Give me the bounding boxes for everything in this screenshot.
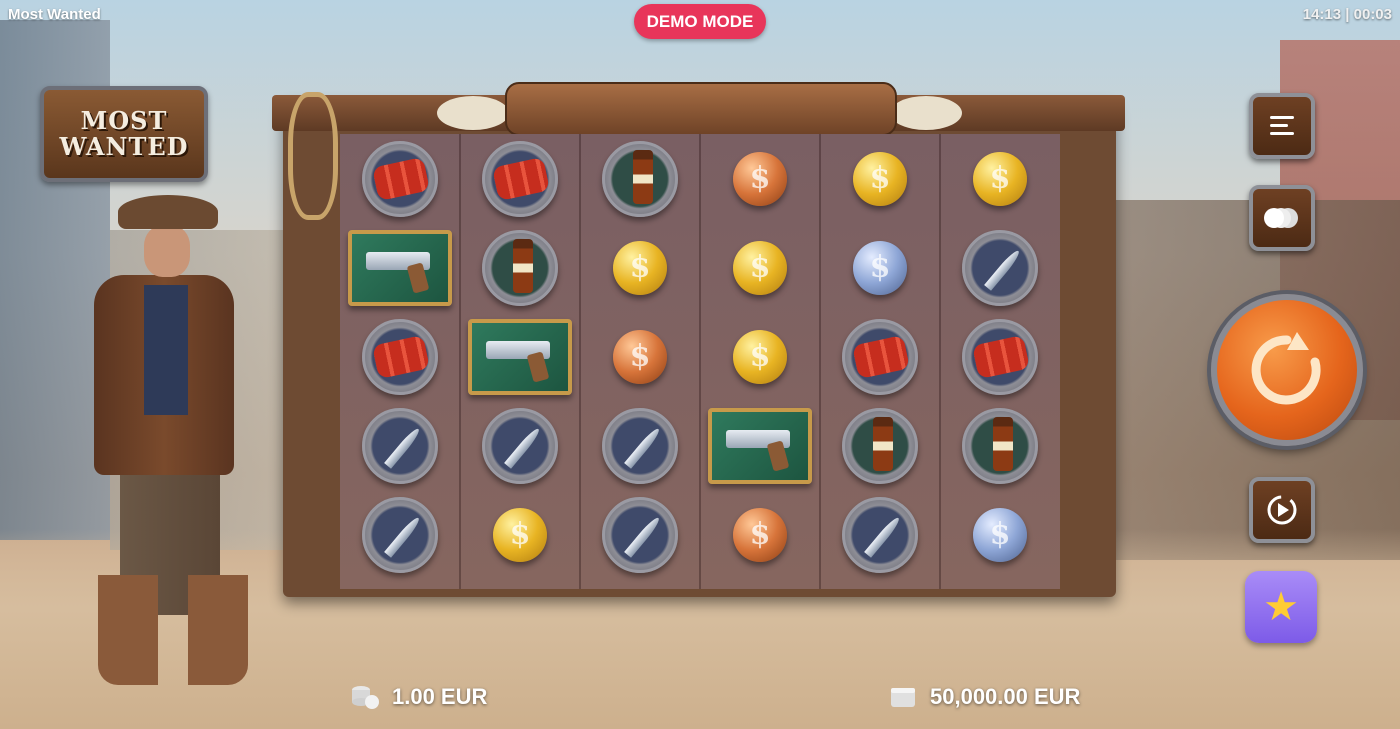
spin-button[interactable] xyxy=(1211,294,1363,446)
dynamite-symbol-icon xyxy=(482,140,558,217)
dynamite-symbol-icon xyxy=(962,318,1038,395)
knife-symbol-icon xyxy=(602,496,678,573)
reel-cell xyxy=(820,490,940,579)
knife-symbol-icon xyxy=(842,496,918,573)
dynamite-symbol-icon xyxy=(842,318,918,395)
demo-mode-badge: DEMO MODE xyxy=(634,4,766,39)
whiskey-symbol-icon xyxy=(602,140,678,217)
lasso-rope xyxy=(288,92,338,220)
revolver-symbol-icon xyxy=(708,407,812,484)
knife-symbol-icon xyxy=(962,229,1038,306)
bet-amount: 1.00 EUR xyxy=(392,684,488,709)
spin-arrow-icon xyxy=(1251,332,1321,405)
reel-separator xyxy=(939,134,941,589)
knife-symbol-icon xyxy=(362,407,438,484)
feature-buy-button[interactable]: ★ xyxy=(1245,571,1317,643)
autoplay-icon xyxy=(1267,495,1297,525)
reel-cell xyxy=(940,401,1060,490)
bet-stack-icon xyxy=(350,684,380,710)
dynamite-symbol-icon xyxy=(362,140,438,217)
bet-display[interactable]: 1.00 EUR xyxy=(350,684,487,710)
reel-cell xyxy=(340,223,460,312)
knife-symbol-icon xyxy=(602,407,678,484)
coin-gold-symbol-icon: $ xyxy=(493,507,547,562)
reel-cell xyxy=(340,401,460,490)
coin-bronze-symbol-icon: $ xyxy=(733,151,787,206)
reel-cell: $ xyxy=(700,134,820,223)
reel-cell xyxy=(460,134,580,223)
whiskey-symbol-icon xyxy=(482,229,558,306)
reel-cell: $ xyxy=(580,312,700,401)
whiskey-symbol-icon xyxy=(842,407,918,484)
sheriff-character xyxy=(60,195,250,690)
dynamite-symbol-icon xyxy=(362,318,438,395)
wallet-icon xyxy=(888,684,918,710)
coin-silver-symbol-icon: $ xyxy=(853,240,907,295)
menu-button[interactable] xyxy=(1249,93,1315,159)
reel-cell: $ xyxy=(820,223,940,312)
balance-display: 50,000.00 EUR xyxy=(888,684,1080,710)
bet-coins-icon xyxy=(1264,208,1298,228)
reel-cell xyxy=(340,312,460,401)
logo-line-1: MOST xyxy=(80,106,168,135)
hamburger-menu-icon xyxy=(1270,116,1294,135)
game-title: Most Wanted xyxy=(8,6,101,23)
reel-cell xyxy=(700,401,820,490)
reel-cell xyxy=(820,312,940,401)
coin-gold-symbol-icon: $ xyxy=(973,151,1027,206)
reel-cell: $ xyxy=(700,490,820,579)
reel-cell xyxy=(460,401,580,490)
reel-cell: $ xyxy=(700,312,820,401)
coin-gold-symbol-icon: $ xyxy=(733,329,787,384)
whiskey-symbol-icon xyxy=(962,407,1038,484)
coin-gold-symbol-icon: $ xyxy=(613,240,667,295)
reel-separator xyxy=(579,134,581,589)
sheriff-boots xyxy=(98,575,248,685)
reel-cell xyxy=(940,312,1060,401)
reel-cell: $ xyxy=(580,223,700,312)
knife-symbol-icon xyxy=(362,496,438,573)
reel-cell: $ xyxy=(940,490,1060,579)
reel-cell xyxy=(580,401,700,490)
star-icon: ★ xyxy=(1263,585,1299,629)
reel-cell xyxy=(580,490,700,579)
reel-cell: $ xyxy=(820,134,940,223)
reel-separator xyxy=(699,134,701,589)
coin-silver-symbol-icon: $ xyxy=(973,507,1027,562)
logo-line-2: WANTED xyxy=(59,132,189,161)
coin-bronze-symbol-icon: $ xyxy=(613,329,667,384)
reel-separator xyxy=(819,134,821,589)
reel-separator xyxy=(459,134,461,589)
reel-cell xyxy=(340,490,460,579)
bet-settings-button[interactable] xyxy=(1249,185,1315,251)
reel-cell xyxy=(580,134,700,223)
reel-cell xyxy=(340,134,460,223)
game-logo: MOST WANTED xyxy=(40,86,208,182)
sheriff-hat xyxy=(118,195,218,229)
revolver-symbol-icon xyxy=(348,229,452,306)
autoplay-button[interactable] xyxy=(1249,477,1315,543)
sheriff-head xyxy=(144,225,190,277)
horn-right xyxy=(890,96,962,130)
coin-gold-symbol-icon: $ xyxy=(853,151,907,206)
reel-cell: $ xyxy=(940,134,1060,223)
coin-gold-symbol-icon: $ xyxy=(733,240,787,295)
coin-bronze-symbol-icon: $ xyxy=(733,507,787,562)
reel-cell xyxy=(460,223,580,312)
reel-cell: $ xyxy=(700,223,820,312)
reel-cell xyxy=(940,223,1060,312)
reel-frame-sign-plank xyxy=(505,82,897,136)
reel-cell xyxy=(460,312,580,401)
knife-symbol-icon xyxy=(482,407,558,484)
horn-left xyxy=(437,96,509,130)
revolver-symbol-icon xyxy=(468,318,572,395)
balance-amount: 50,000.00 EUR xyxy=(930,684,1081,709)
reel-cell: $ xyxy=(460,490,580,579)
reel-cell xyxy=(820,401,940,490)
sheriff-vest xyxy=(144,285,188,415)
clock: 14:13 | 00:03 xyxy=(1302,6,1392,23)
